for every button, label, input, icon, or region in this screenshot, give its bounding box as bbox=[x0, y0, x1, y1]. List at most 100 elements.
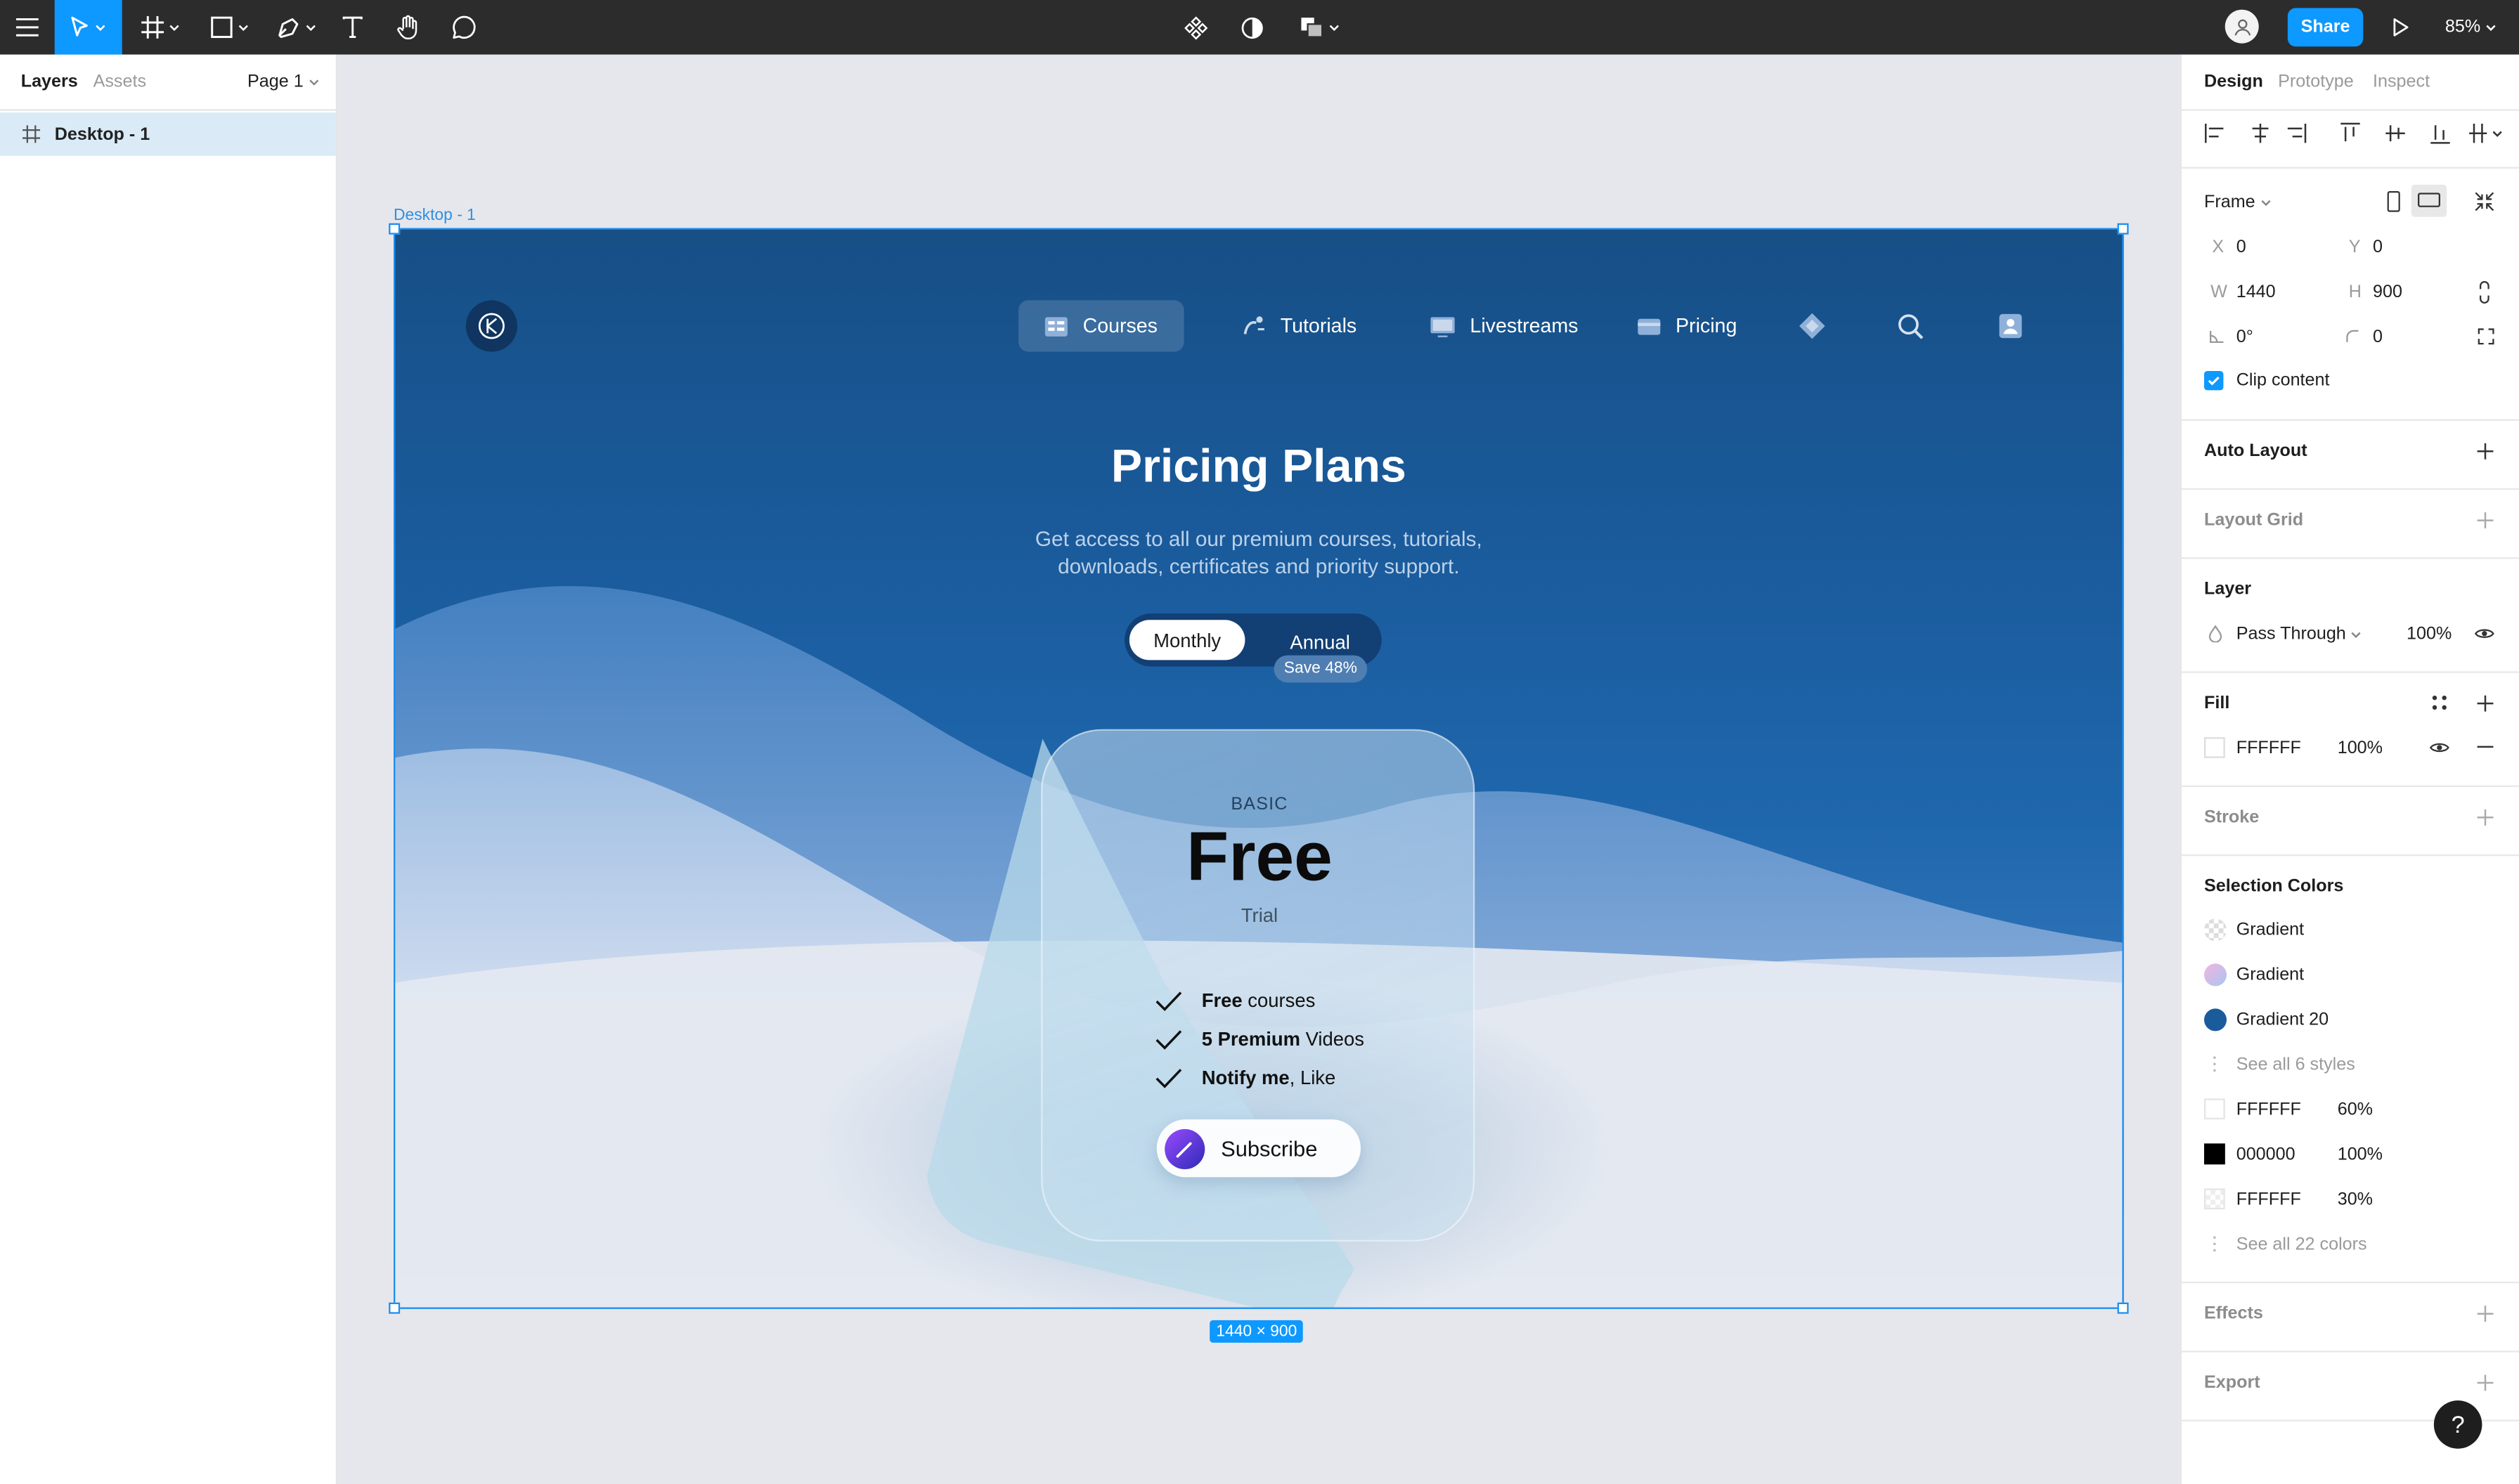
text-tool-icon[interactable] bbox=[334, 0, 369, 55]
resize-handle[interactable] bbox=[2117, 223, 2129, 235]
style-name[interactable]: Gradient 20 bbox=[2236, 1010, 2329, 1029]
component-icon[interactable] bbox=[1179, 0, 1212, 55]
color-opacity[interactable]: 60% bbox=[2338, 1100, 2373, 1119]
pricing-icon bbox=[1637, 317, 1661, 334]
portrait-icon[interactable] bbox=[2387, 191, 2400, 212]
nav-diamond-button[interactable] bbox=[1798, 300, 1827, 351]
move-tool-button[interactable] bbox=[54, 0, 122, 55]
y-value[interactable]: 0 bbox=[2373, 237, 2383, 256]
tab-prototype[interactable]: Prototype bbox=[2278, 72, 2354, 91]
plus-icon[interactable] bbox=[2475, 694, 2494, 712]
canvas[interactable]: Desktop - 1 Courses Tutorials Livestream… bbox=[337, 54, 2180, 1484]
check-icon bbox=[1155, 1029, 1182, 1049]
eye-icon[interactable] bbox=[2429, 741, 2450, 755]
resize-handle[interactable] bbox=[389, 223, 401, 235]
nav-search-button[interactable] bbox=[1897, 300, 1924, 351]
minus-icon[interactable] bbox=[2475, 738, 2494, 755]
fill-opacity[interactable]: 100% bbox=[2338, 738, 2383, 757]
see-all-styles-link[interactable]: See all 6 styles bbox=[2236, 1055, 2355, 1074]
toggle-annual[interactable]: Annual bbox=[1290, 631, 1349, 653]
layer-opacity[interactable]: 100% bbox=[2407, 625, 2452, 644]
tab-layers[interactable]: Layers bbox=[21, 72, 78, 91]
resize-handle[interactable] bbox=[389, 1302, 401, 1314]
rotation-value[interactable]: 0° bbox=[2236, 327, 2253, 346]
see-all-colors-link[interactable]: See all 22 colors bbox=[2236, 1235, 2367, 1254]
blend-mode-dropdown[interactable]: Pass Through bbox=[2236, 625, 2362, 644]
nav-tutorials[interactable]: Tutorials bbox=[1242, 300, 1356, 351]
h-value[interactable]: 900 bbox=[2373, 282, 2402, 301]
radius-value[interactable]: 0 bbox=[2373, 327, 2383, 346]
site-logo[interactable] bbox=[465, 300, 518, 352]
gradient-swatch[interactable] bbox=[2204, 963, 2227, 987]
hand-tool-icon[interactable] bbox=[390, 0, 425, 55]
stroke-title: Stroke bbox=[2204, 807, 2260, 828]
plan-price: Free bbox=[1186, 819, 1333, 897]
frame-type-dropdown[interactable]: Frame bbox=[2204, 193, 2272, 212]
blend-mode-value: Pass Through bbox=[2236, 625, 2346, 644]
present-button[interactable] bbox=[2385, 0, 2414, 55]
x-value[interactable]: 0 bbox=[2236, 237, 2246, 256]
gradient-swatch[interactable] bbox=[2204, 918, 2227, 942]
plus-icon[interactable] bbox=[2475, 808, 2494, 827]
plus-icon[interactable] bbox=[2475, 1304, 2494, 1323]
w-label: W bbox=[2210, 282, 2227, 302]
menu-icon[interactable] bbox=[6, 0, 48, 55]
nav-pricing-label: Pricing bbox=[1676, 315, 1737, 338]
w-value[interactable]: 1440 bbox=[2236, 282, 2276, 301]
color-hex[interactable]: FFFFFF bbox=[2236, 1190, 2301, 1209]
landscape-button[interactable] bbox=[2411, 184, 2447, 217]
comment-tool-icon[interactable] bbox=[446, 0, 481, 55]
layer-title: Layer bbox=[2204, 580, 2252, 599]
color-hex[interactable]: 000000 bbox=[2236, 1145, 2295, 1164]
tab-design[interactable]: Design bbox=[2204, 72, 2263, 91]
tab-assets[interactable]: Assets bbox=[93, 72, 146, 91]
color-swatch[interactable] bbox=[2204, 1188, 2225, 1210]
fill-hex[interactable]: FFFFFF bbox=[2236, 738, 2301, 757]
layer-row[interactable]: Desktop - 1 bbox=[0, 112, 336, 156]
resize-to-fit-icon[interactable] bbox=[2474, 191, 2495, 212]
help-button[interactable]: ? bbox=[2433, 1400, 2482, 1449]
color-opacity[interactable]: 100% bbox=[2338, 1145, 2383, 1164]
plan-tier: BASIC bbox=[1231, 795, 1288, 814]
style-name[interactable]: Gradient bbox=[2236, 965, 2304, 984]
frame-label[interactable]: Desktop - 1 bbox=[394, 207, 476, 225]
constrain-proportions-icon[interactable] bbox=[2479, 281, 2490, 304]
subscribe-button[interactable]: Subscribe bbox=[1156, 1119, 1361, 1178]
resize-handle[interactable] bbox=[2117, 1302, 2129, 1314]
shape-tool-button[interactable] bbox=[204, 0, 255, 55]
feature-text: Videos bbox=[1300, 1027, 1364, 1050]
landscape-icon bbox=[2418, 193, 2440, 207]
user-avatar[interactable] bbox=[2225, 9, 2259, 44]
style-name[interactable]: Gradient bbox=[2236, 920, 2304, 939]
nav-pricing[interactable]: Pricing bbox=[1637, 300, 1737, 351]
design-frame[interactable]: Courses Tutorials Livestreams Pricing Pr… bbox=[394, 228, 2124, 1309]
clip-content-checkbox[interactable] bbox=[2204, 371, 2224, 391]
share-button[interactable]: Share bbox=[2287, 8, 2364, 47]
save-badge: Save 48% bbox=[1274, 655, 1368, 683]
plus-icon[interactable] bbox=[2475, 511, 2494, 530]
gradient-swatch[interactable] bbox=[2204, 1008, 2227, 1031]
color-opacity[interactable]: 30% bbox=[2338, 1190, 2373, 1209]
plus-icon[interactable] bbox=[2475, 1373, 2494, 1392]
alignment-toolbar[interactable] bbox=[2204, 122, 2506, 145]
tab-inspect[interactable]: Inspect bbox=[2373, 72, 2430, 91]
eye-icon[interactable] bbox=[2474, 626, 2495, 641]
independent-corners-icon[interactable] bbox=[2478, 327, 2495, 345]
zoom-dropdown[interactable]: 85% bbox=[2445, 0, 2497, 55]
plus-icon[interactable] bbox=[2475, 442, 2494, 461]
color-hex[interactable]: FFFFFF bbox=[2236, 1100, 2301, 1119]
nav-courses[interactable]: Courses bbox=[1018, 300, 1184, 352]
color-swatch[interactable] bbox=[2204, 1098, 2225, 1120]
fill-swatch[interactable] bbox=[2204, 737, 2225, 758]
toggle-monthly[interactable]: Monthly bbox=[1129, 620, 1245, 660]
frame-tool-button[interactable] bbox=[135, 0, 186, 55]
styles-icon[interactable] bbox=[2430, 694, 2448, 711]
boolean-ops-button[interactable] bbox=[1295, 0, 1343, 55]
color-swatch[interactable] bbox=[2204, 1143, 2225, 1165]
nav-account-button[interactable] bbox=[1998, 300, 2022, 351]
hero-title: Pricing Plans bbox=[1110, 441, 1406, 493]
page-selector[interactable]: Page 1 bbox=[247, 72, 320, 91]
pen-tool-button[interactable] bbox=[270, 0, 321, 55]
nav-livestreams[interactable]: Livestreams bbox=[1430, 300, 1578, 351]
contrast-icon[interactable] bbox=[1236, 0, 1268, 55]
